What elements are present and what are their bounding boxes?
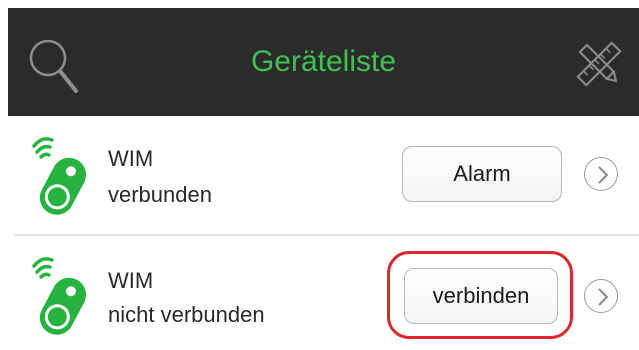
top-bar-container: Geräteliste: [0, 0, 639, 120]
app-header: Geräteliste: [8, 8, 639, 116]
search-icon[interactable]: [26, 36, 82, 96]
chevron-right-icon[interactable]: [584, 157, 618, 191]
device-name: WIM: [108, 146, 154, 171]
list-divider: [14, 234, 639, 236]
device-name: WIM: [108, 268, 154, 293]
bluetooth-tag-icon: [28, 132, 90, 224]
connect-button[interactable]: verbinden: [404, 268, 558, 324]
device-list-item[interactable]: WIM nicht verbunden verbinden: [0, 238, 639, 350]
alarm-button[interactable]: Alarm: [402, 146, 562, 202]
chevron-right-icon[interactable]: [584, 279, 618, 313]
tools-icon[interactable]: [573, 38, 625, 90]
device-list-item[interactable]: WIM verbunden Alarm: [0, 120, 639, 238]
device-status: nicht verbunden: [108, 302, 265, 327]
bluetooth-tag-icon: [28, 252, 90, 344]
page-title: Geräteliste: [250, 45, 397, 78]
device-status: verbunden: [108, 182, 212, 207]
